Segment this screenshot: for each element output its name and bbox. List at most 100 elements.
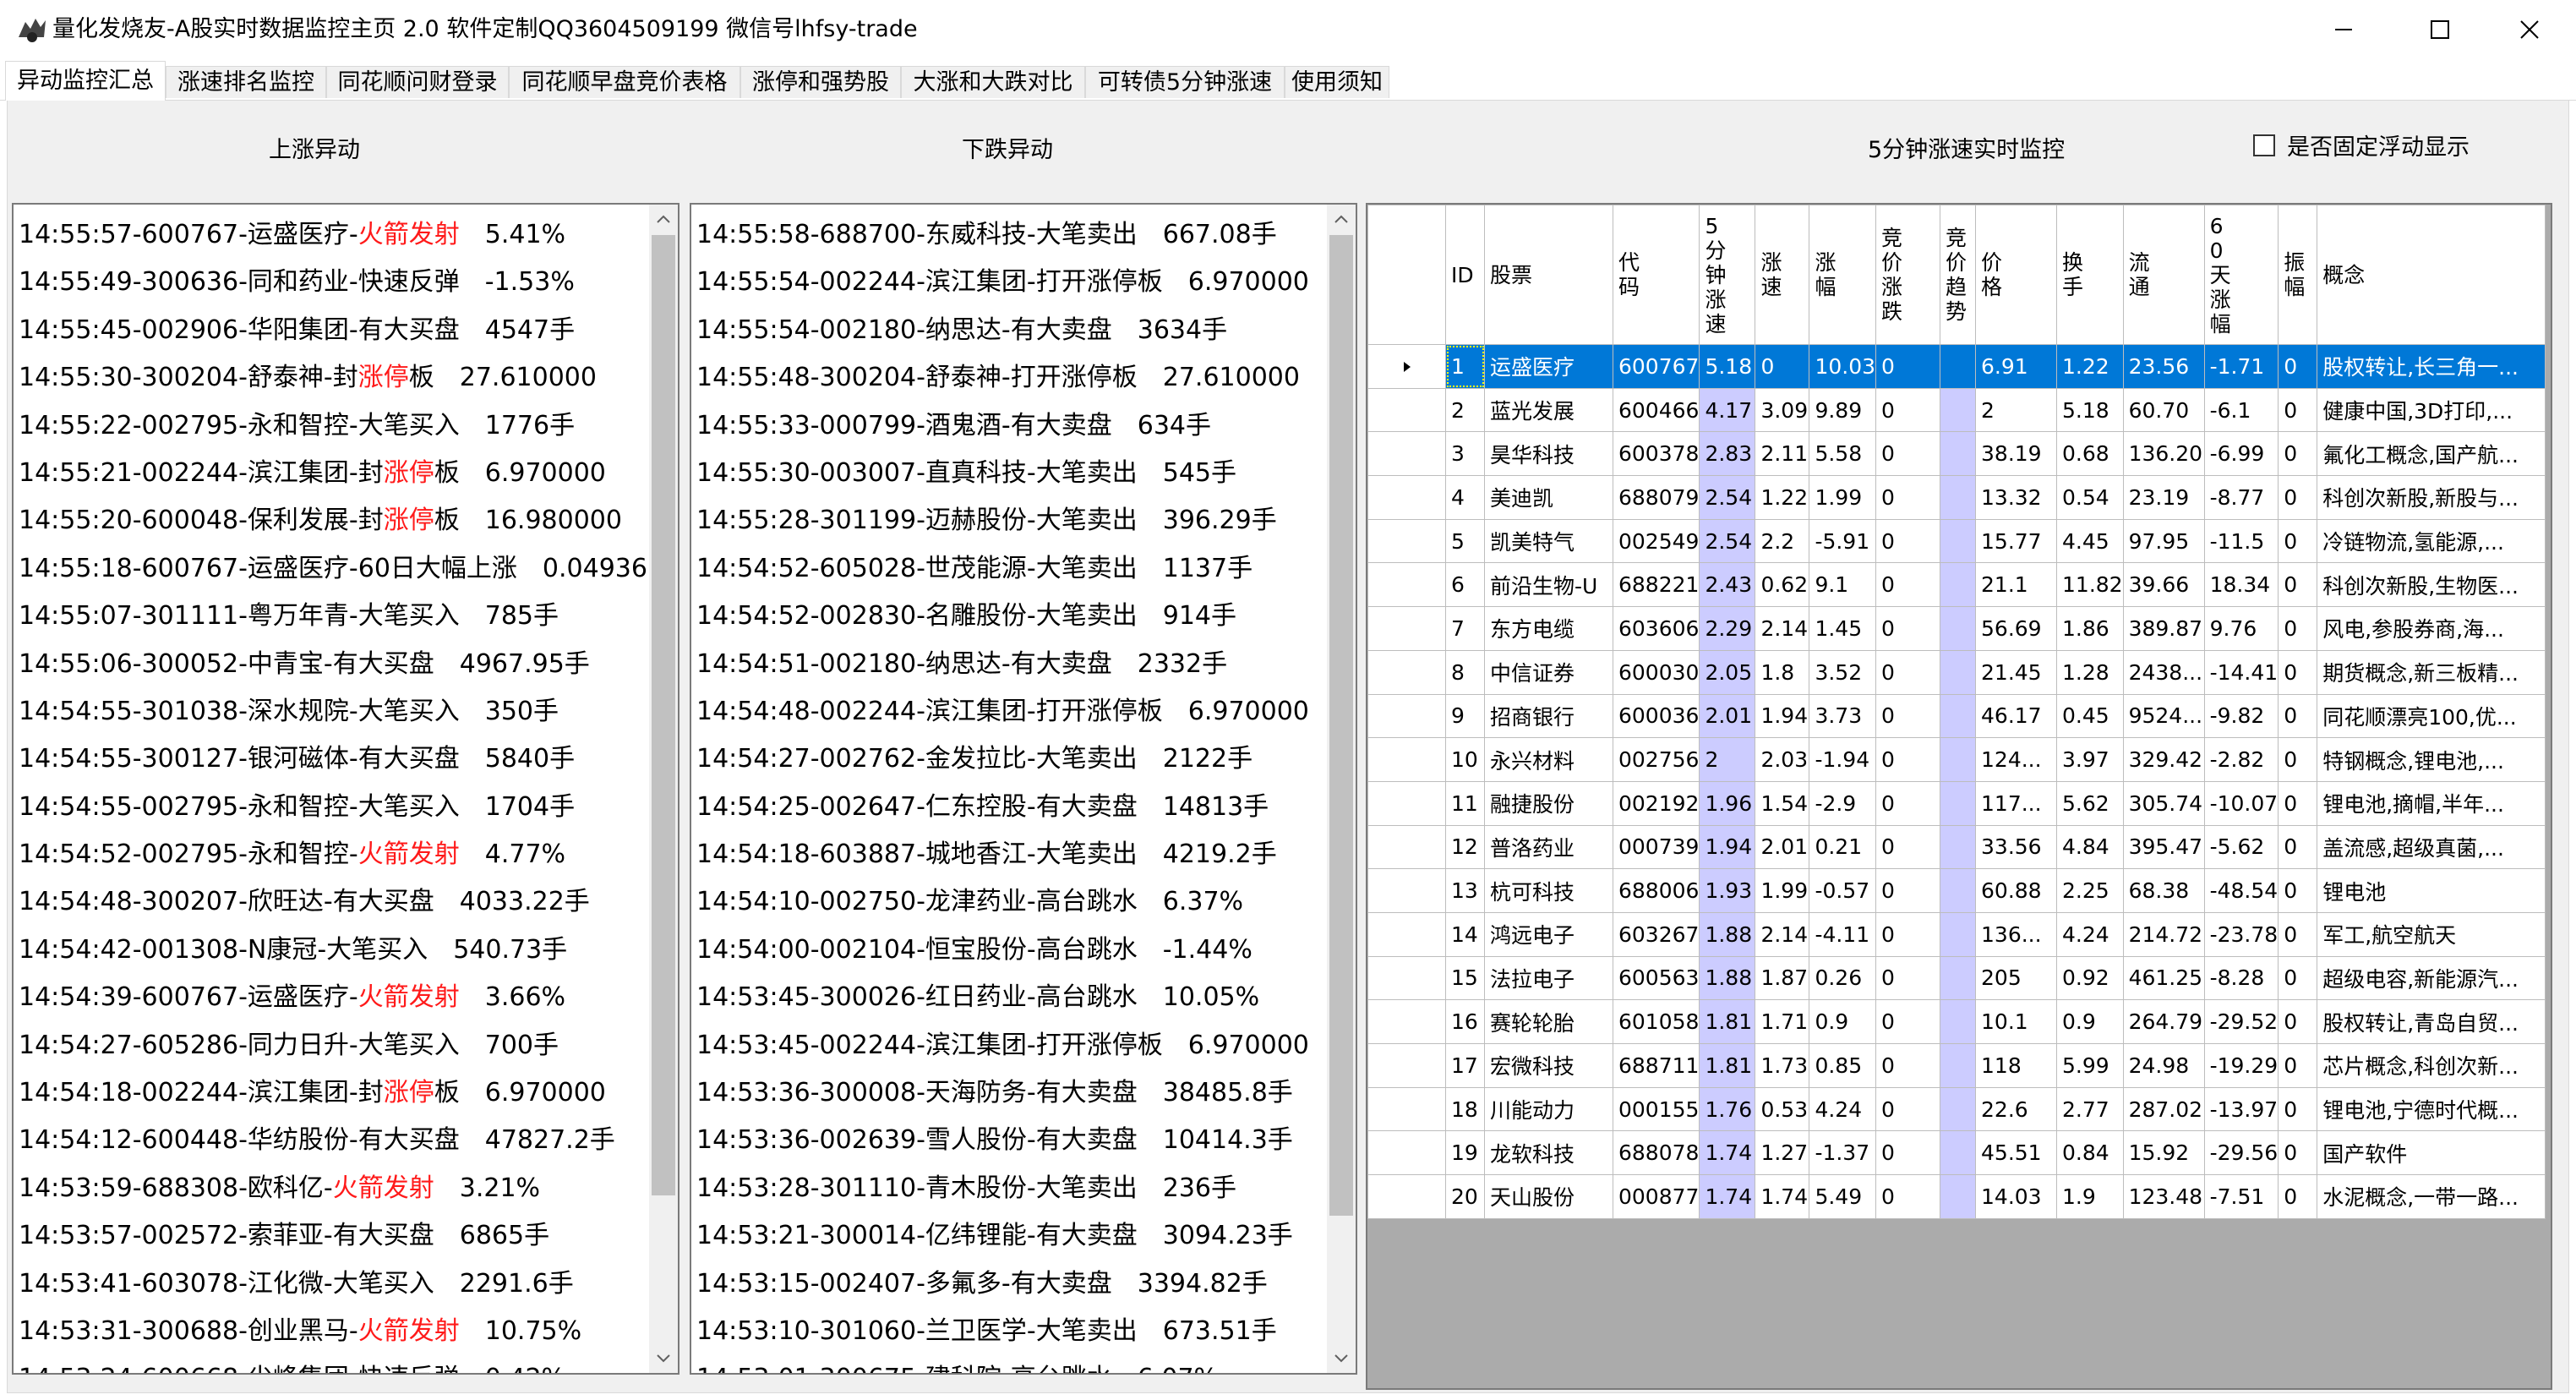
table-cell[interactable]: 22.6 [1975,1086,2058,1132]
table-cell[interactable]: -9.82 [2203,693,2279,739]
table-cell[interactable]: -1.94 [1809,737,1877,782]
table-cell[interactable]: 33.56 [1975,824,2058,870]
table-cell[interactable]: 0 [2278,911,2318,957]
table-cell[interactable]: 0 [1875,868,1941,913]
table-cell[interactable]: 002192 [1612,780,1700,826]
table-cell[interactable]: 科创次新股,新股与... [2317,475,2546,520]
table-cell[interactable]: 38.19 [1975,431,2058,477]
table-cell[interactable]: 0 [1875,1086,1941,1132]
table-cell[interactable]: 600036 [1612,693,1700,739]
table-cell[interactable]: 风电,参股券商,海... [2317,606,2546,651]
tab-auction-table[interactable]: 同花顺早盘竞价表格 [509,66,740,98]
table-cell[interactable]: 0 [2278,344,2318,389]
table-cell[interactable]: 2 [1445,387,1485,433]
table-cell[interactable]: 0 [2278,999,2318,1044]
table-cell[interactable]: 18.34 [2203,562,2279,608]
row-header[interactable] [1367,562,1446,608]
table-cell[interactable]: 1.45 [1809,606,1877,651]
maximize-button[interactable] [2393,0,2486,59]
table-cell[interactable]: 305.74 [2122,780,2205,826]
table-cell[interactable]: 23.19 [2122,475,2205,520]
table-cell[interactable]: 1.28 [2056,649,2124,695]
list-item[interactable]: 14:53:21-300014-亿纬锂能-有大卖盘 3094.23手 [696,1212,1309,1260]
list-item[interactable]: 14:55:30-300204-舒泰神-封涨停板 27.610000 [19,354,663,402]
row-header[interactable] [1367,911,1446,957]
table-cell[interactable]: 2.43 [1699,562,1756,608]
list-item[interactable]: 14:54:55-002795-永和智控-大笔买入 1704手 [19,784,663,831]
table-cell[interactable] [1940,955,1977,1001]
table-cell[interactable]: 9.1 [1809,562,1877,608]
table-cell[interactable]: 0.21 [1809,824,1877,870]
table-cell[interactable]: 2 [1975,387,2058,433]
table-cell[interactable]: 2.01 [1699,693,1756,739]
table-cell[interactable]: 1.22 [2056,344,2124,389]
table-cell[interactable]: 24.98 [2122,1043,2205,1088]
table-cell[interactable]: 214.72 [2122,911,2205,957]
table-cell[interactable]: 0 [2278,955,2318,1001]
table-cell[interactable]: 287.02 [2122,1086,2205,1132]
table-cell[interactable]: 15.77 [1975,518,2058,564]
table-cell[interactable]: 美迪凯 [1484,475,1613,520]
table-cell[interactable]: 氟化工概念,国产航... [2317,431,2546,477]
table-cell[interactable]: 9.76 [2203,606,2279,651]
table-cell[interactable]: 68.38 [2122,868,2205,913]
table-cell[interactable]: 329.42 [2122,737,2205,782]
table-cell[interactable]: 0 [1875,780,1941,826]
table-cell[interactable] [1940,518,1977,564]
tab-speed-ranking[interactable]: 涨速排名监控 [166,66,326,98]
list-item[interactable]: 14:53:01-300675-建科院-高台跳水 6.07% [696,1355,1309,1373]
table-cell[interactable]: 1 [1445,344,1485,389]
row-header[interactable] [1367,431,1446,477]
table-row[interactable]: 14 鸿远电子 603267 1.88 2.14 -4.11 0 136... 4.24 214.… [1367,911,2546,957]
table-cell[interactable]: 124... [1975,737,2058,782]
table-cell[interactable]: 60.88 [1975,868,2058,913]
table-cell[interactable]: 0 [2278,824,2318,870]
table-cell[interactable]: 123.48 [2122,1174,2205,1219]
column-header[interactable]: 概念 [2317,205,2546,345]
list-item[interactable]: 14:53:57-002572-索菲亚-有大买盘 6865手 [19,1212,663,1260]
list-item[interactable]: 14:53:15-002407-多氟多-有大卖盘 3394.82手 [696,1261,1309,1308]
table-cell[interactable]: 600466 [1612,387,1700,433]
row-header[interactable] [1367,518,1446,564]
table-cell[interactable]: 9.89 [1809,387,1877,433]
list-item[interactable]: 14:54:52-605028-世茂能源-大笔卖出 1137手 [696,545,1309,593]
table-cell[interactable]: 运盛医疗 [1484,344,1613,389]
column-header[interactable]: 60天涨幅 [2203,205,2279,345]
column-header[interactable]: 涨幅 [1809,205,1877,345]
row-header[interactable] [1367,737,1446,782]
table-cell[interactable]: 14 [1445,911,1485,957]
list-item[interactable]: 14:55:07-301111-粤万年青-大笔买入 785手 [19,593,663,640]
table-cell[interactable]: 水泥概念,一带一路... [2317,1174,2546,1219]
list-item[interactable]: 14:55:54-002180-纳思达-有大卖盘 3634手 [696,307,1309,354]
tab-wencai-login[interactable]: 同花顺问财登录 [326,66,509,98]
table-cell[interactable]: 1.81 [1699,999,1756,1044]
scroll-down-icon[interactable] [1327,1344,1356,1373]
table-cell[interactable]: 46.17 [1975,693,2058,739]
table-cell[interactable]: -19.29 [2203,1043,2279,1088]
column-header[interactable]: 换手 [2056,205,2124,345]
table-cell[interactable]: 4.24 [1809,1086,1877,1132]
table-cell[interactable]: 1.96 [1699,780,1756,826]
table-cell[interactable]: 0 [2278,737,2318,782]
table-cell[interactable]: 东方电缆 [1484,606,1613,651]
table-cell[interactable]: 15.92 [2122,1130,2205,1176]
table-cell[interactable]: 13.32 [1975,475,2058,520]
table-cell[interactable]: 1.87 [1755,955,1810,1001]
table-cell[interactable]: 0.9 [2056,999,2124,1044]
row-header[interactable] [1367,387,1446,433]
table-cell[interactable] [1940,1130,1977,1176]
table-cell[interactable]: 1.94 [1699,824,1756,870]
table-cell[interactable]: 0 [1875,693,1941,739]
table-cell[interactable]: 395.47 [2122,824,2205,870]
list-item[interactable]: 14:54:27-605286-同力日升-大笔买入 700手 [19,1022,663,1069]
row-header[interactable] [1367,649,1446,695]
table-cell[interactable] [1940,693,1977,739]
list-item[interactable]: 14:54:39-600767-运盛医疗-火箭发射 3.66% [19,974,663,1021]
tab-rise-fall-compare[interactable]: 大涨和大跌对比 [901,66,1085,98]
table-cell[interactable]: 4.45 [2056,518,2124,564]
table-cell[interactable]: -5.62 [2203,824,2279,870]
table-cell[interactable]: 20 [1445,1174,1485,1219]
table-cell[interactable] [1940,431,1977,477]
table-row[interactable]: 4 美迪凯 688079 2.54 1.22 1.99 0 13.32 0.54 23.19 -8.… [1367,475,2546,520]
table-cell[interactable]: 0 [2278,562,2318,608]
